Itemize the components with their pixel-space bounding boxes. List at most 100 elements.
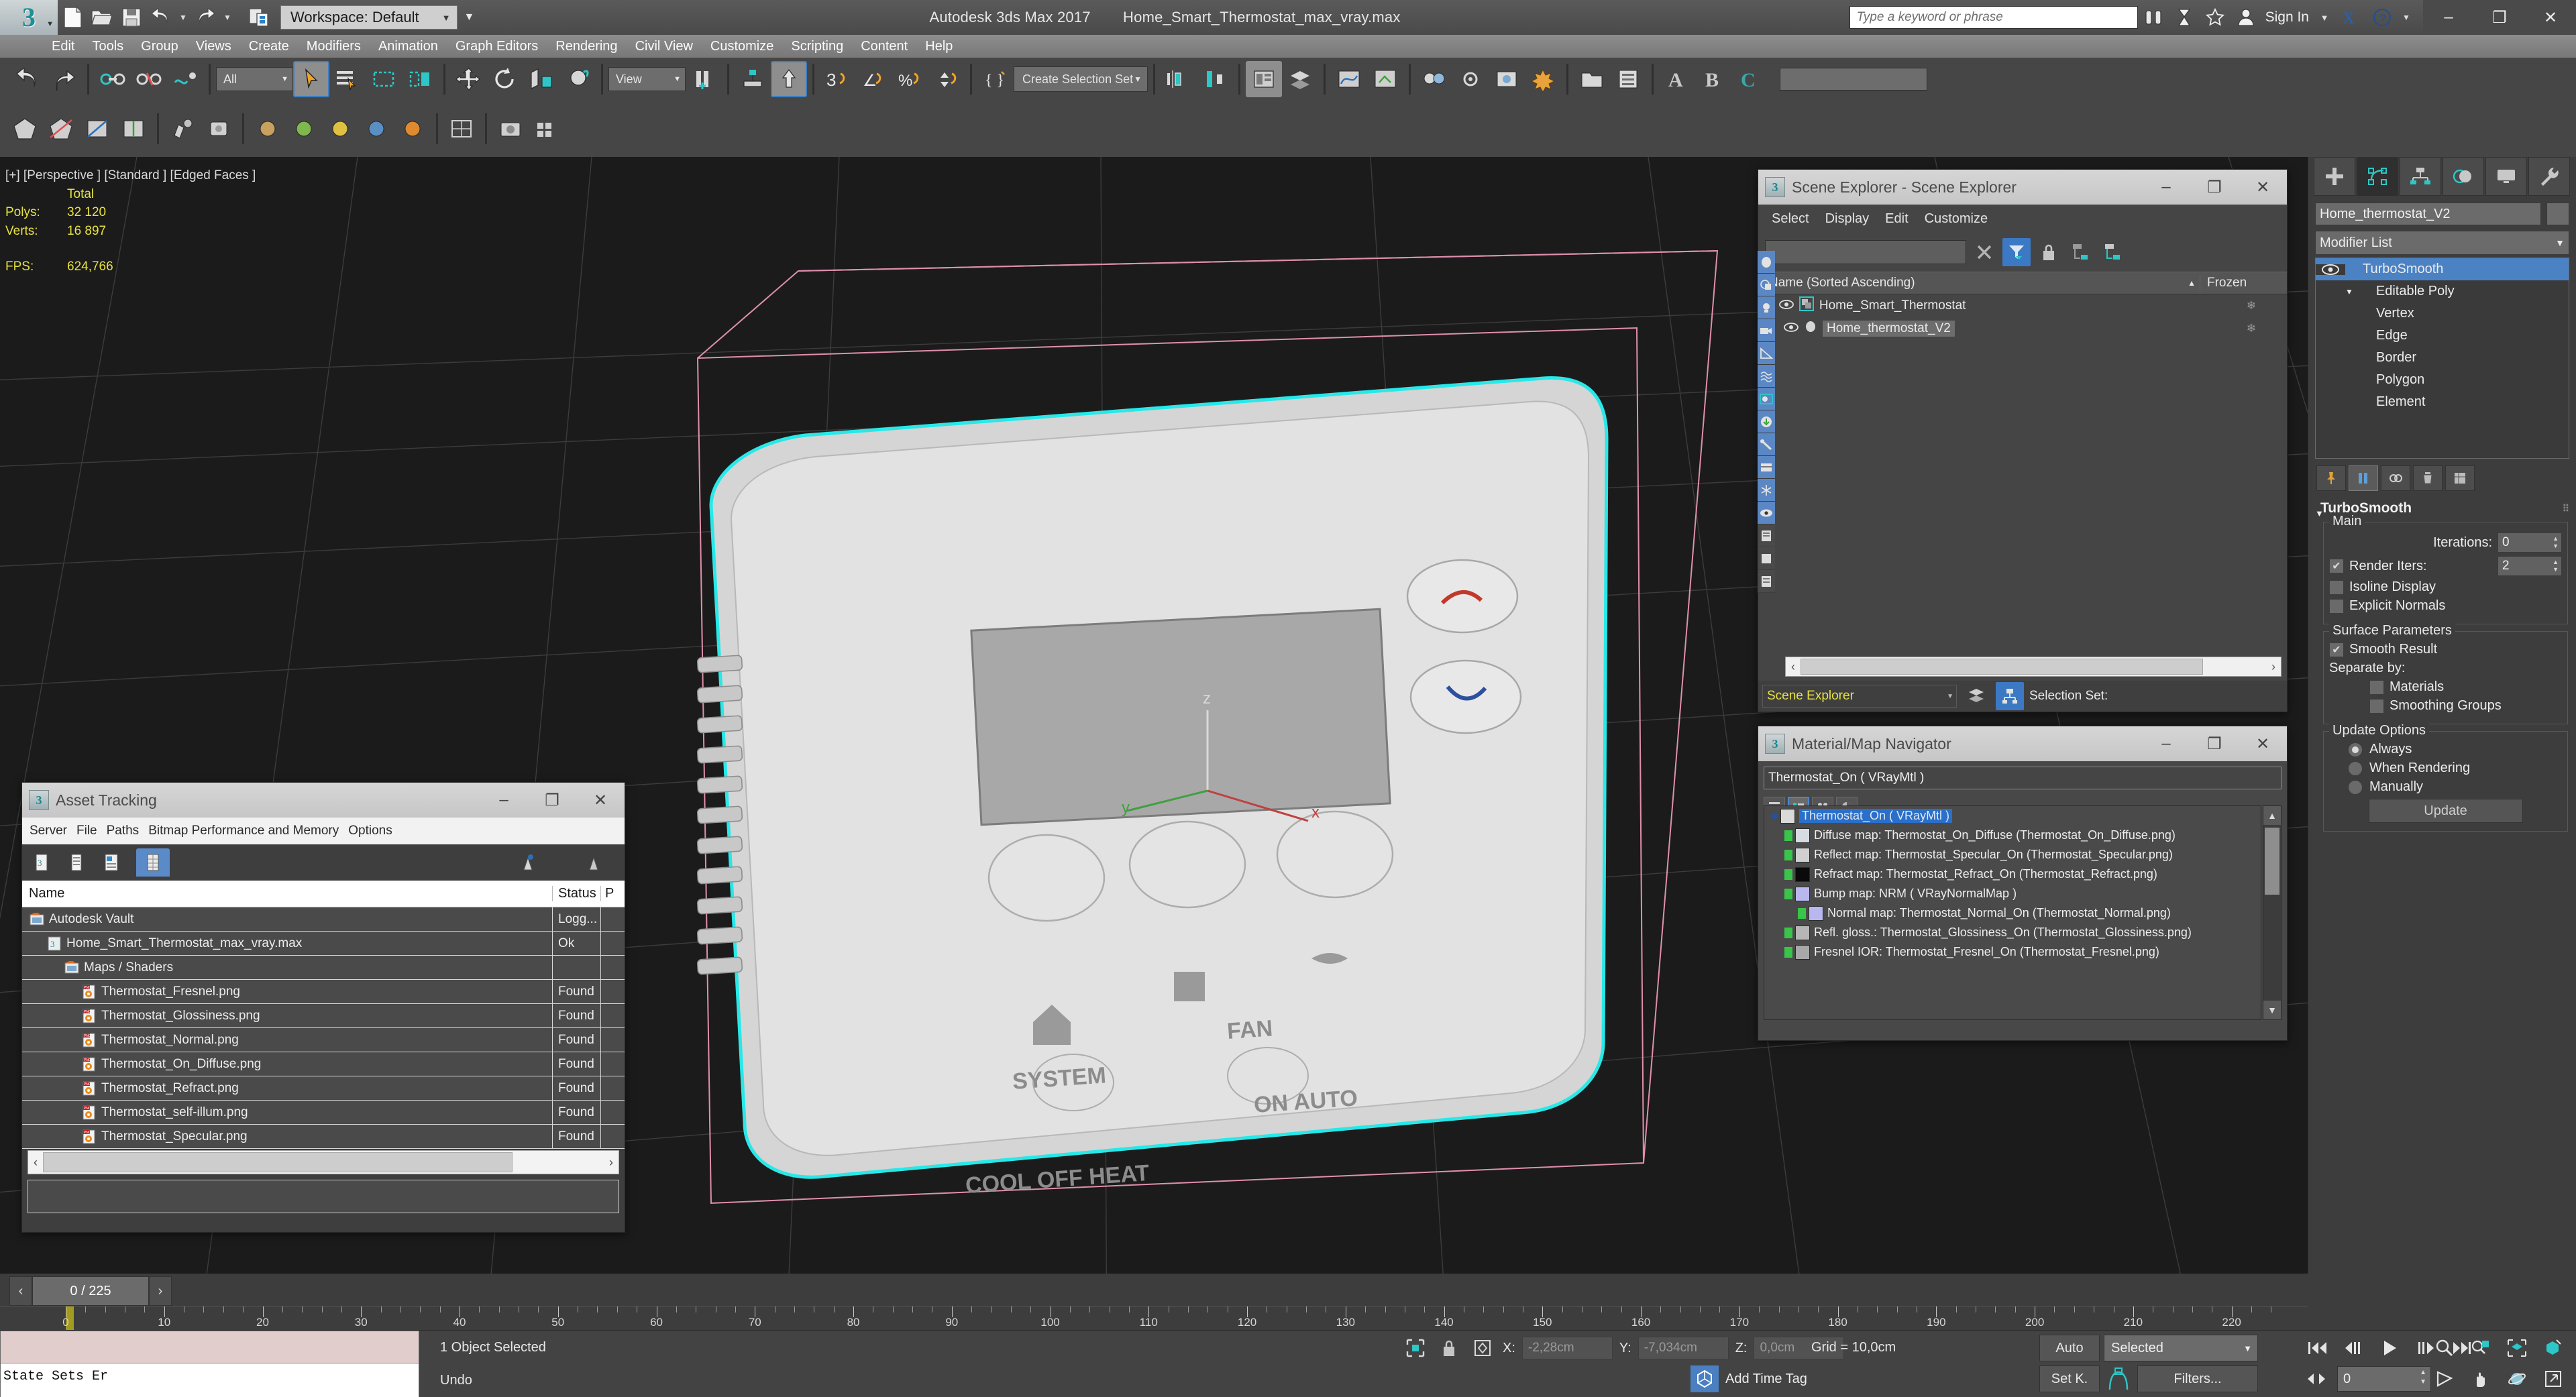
scene-explorer-row[interactable]: Home_thermostat_V2 ❄ <box>1758 317 2287 340</box>
clear-filter-icon[interactable] <box>1970 238 1998 266</box>
scroll-up-icon[interactable]: ▲ <box>2263 806 2281 825</box>
help-dropdown-icon[interactable]: ▼ <box>2398 0 2415 35</box>
text-a-icon[interactable]: A <box>1659 61 1695 97</box>
color-swatch-yellow-icon[interactable] <box>322 111 358 147</box>
signin-dropdown-icon[interactable]: ▼ <box>2313 0 2336 35</box>
open-file-icon[interactable] <box>87 3 117 32</box>
undo-icon[interactable] <box>146 3 176 32</box>
mirror-icon[interactable] <box>1161 61 1197 97</box>
modifier-stack-item[interactable]: Edge <box>2316 325 2569 347</box>
asset-tracking-icon[interactable] <box>1610 61 1646 97</box>
search-input[interactable]: Type a keyword or phrase <box>1849 6 2138 29</box>
menu-item-graph-editors[interactable]: Graph Editors <box>447 35 547 58</box>
tab-display[interactable] <box>2485 157 2527 196</box>
selection-lock-toggle-icon[interactable] <box>1402 1335 1429 1361</box>
help-question-icon[interactable] <box>583 851 603 874</box>
absolute-relative-toggle-icon[interactable] <box>1469 1335 1496 1361</box>
field-of-view-icon[interactable] <box>2428 1365 2461 1392</box>
spinner-arrows-icon[interactable]: ▲ ▼ <box>2553 559 2559 573</box>
tab-modify[interactable] <box>2357 157 2398 196</box>
spinner-arrows-icon[interactable]: ▲ ▼ <box>2420 1368 2426 1387</box>
object-paint-icon[interactable] <box>201 111 237 147</box>
gutter-icon-bones[interactable] <box>1758 433 1775 456</box>
gutter-icon-groups[interactable] <box>1758 456 1775 479</box>
exchange-store-icon[interactable] <box>2138 0 2169 35</box>
column-frozen[interactable]: Frozen <box>2200 276 2287 290</box>
minimize-button[interactable]: – <box>2142 726 2190 761</box>
matnav-vscrollbar[interactable]: ▲ ▼ <box>2263 805 2282 1020</box>
matnav-tree[interactable]: Thermostat_On ( VRayMtl ) Diffuse map: Th… <box>1764 805 2261 1020</box>
user-account-icon[interactable] <box>2231 0 2261 35</box>
gutter-icon-list[interactable] <box>1758 570 1775 593</box>
frozen-snowflake-icon[interactable]: ❄ <box>2247 322 2287 335</box>
select-scale-icon[interactable] <box>523 61 559 97</box>
x-coordinate-field[interactable]: -2,28cm <box>1521 1337 1613 1359</box>
preserve-uv-icon[interactable] <box>443 111 480 147</box>
material-tree-row[interactable]: Reflect map: Thermostat_Specular_On (The… <box>1764 845 2261 864</box>
asset-row[interactable]: Autodesk Vault Logg... <box>22 907 625 932</box>
bind-space-warp-icon[interactable] <box>167 61 203 97</box>
scene-explorer-row-name[interactable]: Home_thermostat_V2 <box>1823 321 1955 337</box>
select-and-manipulate-icon[interactable] <box>771 61 807 97</box>
scene-explorer-window[interactable]: 3 Scene Explorer - Scene Explorer – ❐ ✕ … <box>1758 169 2288 712</box>
modifier-list-dropdown[interactable]: Modifier List ▼ <box>2315 231 2569 255</box>
render-iters-checkbox[interactable]: ✔ <box>2329 559 2344 573</box>
at-menu-options[interactable]: Options <box>343 824 396 838</box>
gutter-icon-spacewarps[interactable] <box>1758 365 1775 388</box>
show-end-result-icon[interactable] <box>2349 465 2378 491</box>
gutter-icon-containers[interactable] <box>1758 410 1775 433</box>
help-assets-icon[interactable] <box>517 851 537 874</box>
restore-button[interactable]: ❐ <box>2474 0 2525 35</box>
next-frame-button[interactable]: › <box>149 1276 172 1306</box>
menu-item-edit[interactable]: Edit <box>43 35 83 58</box>
scene-explorer-hscrollbar[interactable]: ‹ › <box>1785 657 2282 677</box>
quickslice-icon[interactable] <box>79 111 115 147</box>
scene-explorer-row[interactable]: ▼Home_Smart_Thermostat❄ <box>1758 294 2287 317</box>
minimize-button[interactable]: – <box>480 783 528 818</box>
gutter-icon-objects[interactable] <box>1758 274 1775 296</box>
gutter-icon-display[interactable] <box>1758 388 1775 410</box>
expand-hierarchy-icon[interactable] <box>2067 238 2095 266</box>
share-icon[interactable] <box>2169 0 2200 35</box>
scroll-right-icon[interactable]: › <box>604 1156 619 1170</box>
render-production-icon[interactable] <box>1525 61 1561 97</box>
select-by-name-icon[interactable] <box>329 61 366 97</box>
update-button[interactable]: Update <box>2368 799 2523 823</box>
save-file-icon[interactable] <box>117 3 146 32</box>
help-icon[interactable]: ? <box>2367 0 2398 35</box>
scene-explorer-name-dropdown[interactable]: Scene Explorer ▼ <box>1762 685 1957 708</box>
maximize-button[interactable]: ❐ <box>2190 170 2239 205</box>
column-path[interactable]: P <box>600 886 625 901</box>
material-tree-row[interactable]: Bump map: NRM ( VRayNormalMap ) <box>1764 884 2261 903</box>
scene-explorer-row-name[interactable]: Home_Smart_Thermostat <box>1819 298 1966 313</box>
play-animation-icon[interactable] <box>2373 1335 2406 1361</box>
update-always-radio[interactable] <box>2348 742 2363 757</box>
window-crossing-icon[interactable] <box>402 61 438 97</box>
tab-utilities[interactable] <box>2528 157 2570 196</box>
separate-materials-checkbox[interactable] <box>2369 679 2384 695</box>
orbit-view-icon[interactable] <box>2501 1365 2533 1392</box>
select-object-icon[interactable] <box>293 61 329 97</box>
previous-frame-icon[interactable] <box>2337 1335 2369 1361</box>
modifier-stack-item[interactable]: ▼ Editable Poly <box>2316 280 2569 302</box>
maximize-viewport-icon[interactable] <box>2537 1365 2569 1392</box>
scrollbar-thumb[interactable] <box>43 1152 513 1172</box>
redo-dropdown-icon[interactable]: ▼ <box>220 3 235 32</box>
autodesk-x-icon[interactable]: X <box>2336 0 2367 35</box>
make-unique-icon[interactable] <box>2381 465 2410 491</box>
bitmap-paths-icon[interactable] <box>101 851 121 874</box>
material-editor-icon[interactable] <box>1416 61 1452 97</box>
add-time-tag-control[interactable]: Add Time Tag <box>1690 1365 1807 1392</box>
set-key-button[interactable]: Set K. <box>2039 1365 2100 1392</box>
close-button[interactable]: ✕ <box>576 783 625 818</box>
redo-icon[interactable] <box>191 3 220 32</box>
column-name[interactable]: Name (Sorted Ascending) <box>1758 276 2188 290</box>
state-sets-panel[interactable]: State Sets Er <box>0 1331 419 1397</box>
asset-row[interactable]: PNG Thermostat_Specular.png Found <box>22 1125 625 1149</box>
render-setup-icon[interactable] <box>1452 61 1489 97</box>
color-swatch-blue-icon[interactable] <box>358 111 394 147</box>
update-when-rendering-radio[interactable] <box>2348 761 2363 776</box>
filter-funnel-icon[interactable] <box>2002 238 2031 266</box>
app-logo-button[interactable]: 3 ▼ <box>0 0 58 35</box>
minimize-button[interactable]: – <box>2423 0 2474 35</box>
